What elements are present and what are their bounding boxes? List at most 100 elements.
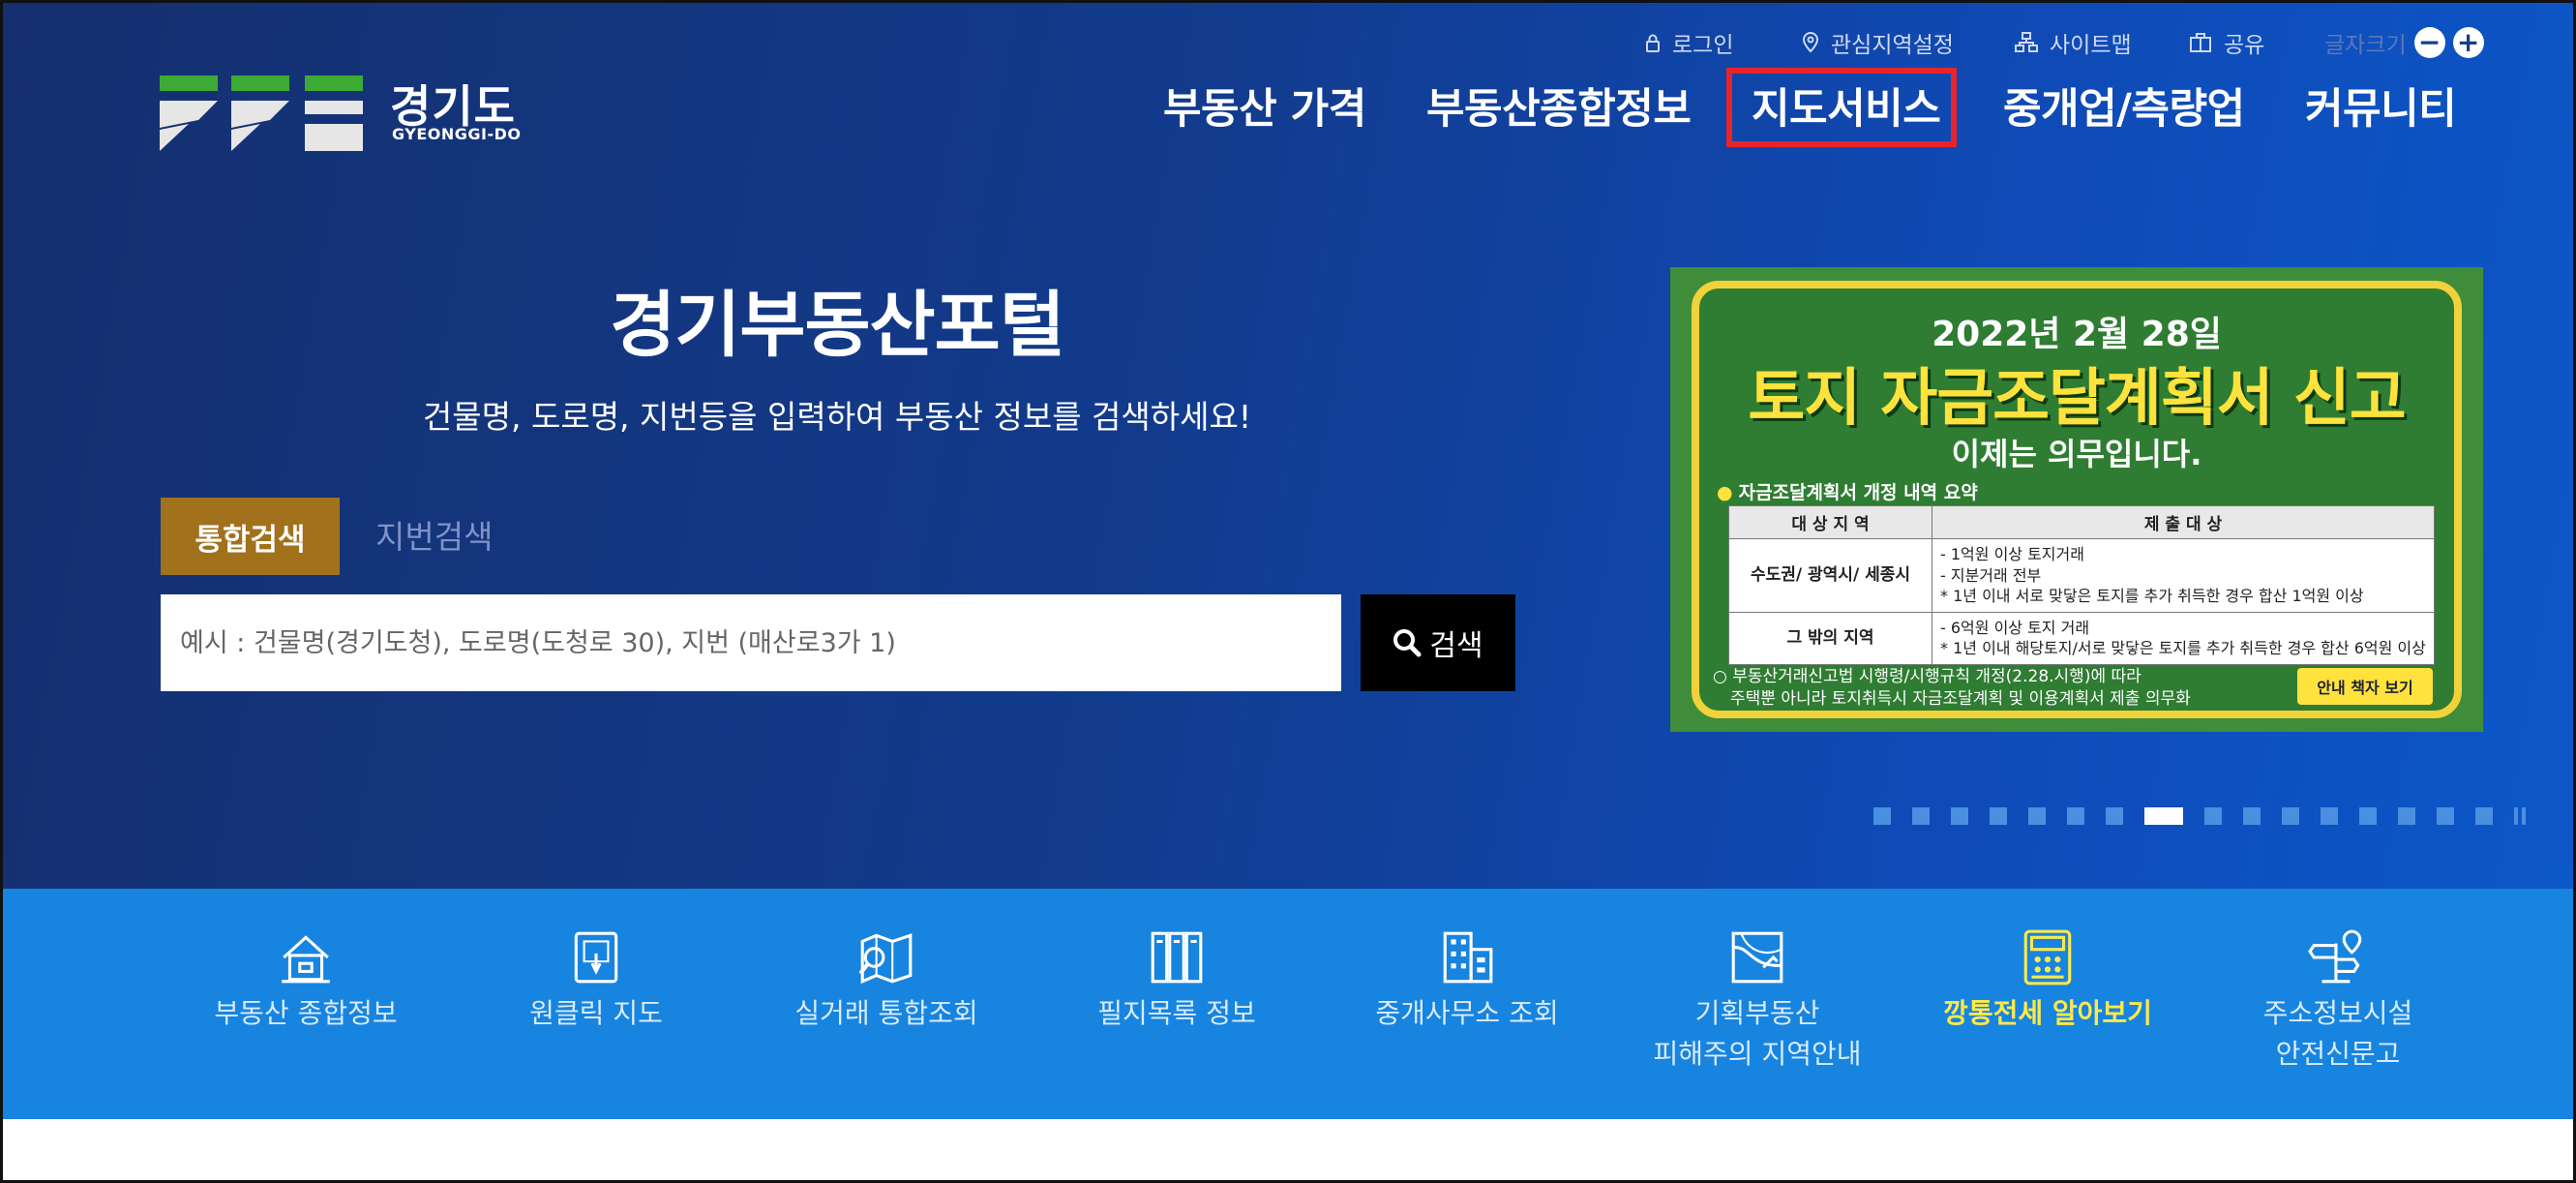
slider-dot[interactable] [2359,807,2377,825]
file-cabinet-icon [1151,931,1203,984]
slider-dot[interactable] [1912,807,1930,825]
quick-menu-item[interactable]: 깡통전세 알아보기 [1902,927,2193,1034]
sitemap-link[interactable]: 사이트맵 [2015,23,2132,62]
quick-menu-label: 피해주의 지역안내 [1653,1038,1862,1070]
slider-dot[interactable] [2398,807,2415,825]
quick-menu-item[interactable]: 주소정보시설 안전신문고 [2193,927,2483,1075]
quick-menu-item[interactable]: 중개사무소 조회 [1322,927,1612,1034]
location-pin-icon [1802,32,1819,53]
sitemap-icon [2015,32,2038,52]
font-size-label: 글자크기 [2324,33,2407,58]
slider-dot[interactable] [2204,807,2222,825]
banner-table-header: 대 상 지 역 [1728,505,1932,539]
calculator-icon [2023,929,2072,986]
quick-menu-label: 안전신문고 [2275,1038,2401,1070]
portal-subtitle: 건물명, 도로명, 지번등을 입력하여 부동산 정보를 검색하세요! [422,398,1252,436]
banner-table-line: * 1년 이내 해당토지/서로 맞닿은 토지를 추가 취득한 경우 합산 6억원… [1940,639,2426,658]
hero-section: 경기도 GYEONGGI-DO 로그인 관심지역설정 사이트맵 공유 글자크기 … [0,0,2576,889]
slider-dot[interactable] [1951,807,1968,825]
promo-banner[interactable]: 2022년 2월 28일 토지 자금조달계획서 신고 이제는 의무입니다. ● 자… [1670,267,2483,732]
quick-menu-item[interactable]: 필지목록 정보 [1032,927,1322,1034]
banner-subtitle: 이제는 의무입니다. [1951,436,2202,472]
slider-dot[interactable] [2243,807,2261,825]
banner-table-line: - 6억원 이상 토지 거래 [1940,618,2090,637]
slider-dot[interactable] [2475,807,2493,825]
gyeonggi-logo[interactable]: 경기도 GYEONGGI-DO [160,70,527,157]
quick-menu-item[interactable]: 실거래 통합조회 [741,927,1032,1034]
quick-menu-item[interactable]: 부동산 종합정보 [161,927,451,1034]
font-increase-button[interactable]: + [2452,27,2484,58]
slider-dot[interactable] [2282,807,2299,825]
login-link[interactable]: 로그인 [1645,23,1733,62]
portal-title: 경기부동산포털 [610,284,1065,367]
nav-broker-survey[interactable]: 중개업/측량업 [2003,76,2245,136]
quick-menu-label: 원클릭 지도 [529,997,663,1029]
slider-dot[interactable] [2028,807,2046,825]
search-button[interactable]: 검색 [1361,594,1515,691]
banner-table-region: 수도권/ 광역시/ 세종시 [1728,538,1932,613]
slider-dot[interactable] [2321,807,2338,825]
slider-dot[interactable] [2437,807,2454,825]
slider-dot[interactable] [2067,807,2084,825]
login-label: 로그인 [1672,33,1734,58]
slider-pause-icon[interactable] [2514,807,2526,825]
logo-name-en: GYEONGGI-DO [392,125,522,143]
banner-table-line: * 1년 이내 서로 맞닿은 토지를 추가 취득한 경우 합산 1억원 이상 [1940,587,2364,606]
quick-menu: 부동산 종합정보 원클릭 지도 실거래 통합조회 필지목록 정보 중개사무소 조회 기획부… [0,889,2576,1119]
quick-menu-item[interactable]: 원클릭 지도 [451,927,741,1034]
region-setting-label: 관심지역설정 [1831,33,1954,58]
banner-board: 2022년 2월 28일 토지 자금조달계획서 신고 이제는 의무입니다. ● 자… [1692,281,2462,718]
nav-highlight-box [1726,68,1957,147]
banner-summary-text: 자금조달계획서 개정 내역 요약 [1738,482,1978,503]
nav-community[interactable]: 커뮤니티 [2305,76,2457,136]
tab-lot-search[interactable]: 지번검색 [375,511,493,558]
quick-menu-label: 실거래 통합조회 [794,997,978,1029]
banner-table-line: - 지분거래 전부 [1940,565,2042,585]
nav-real-estate-price[interactable]: 부동산 가격 [1163,76,1366,136]
slider-pagination [1873,807,2526,825]
sitemap-label: 사이트맵 [2050,33,2132,58]
lock-icon [1646,34,1660,52]
banner-note: ○ 부동산거래신고법 시행령/시행규칙 개정(2.28.시행)에 따라 주택뿐 … [1713,666,2191,711]
banner-table-line: - 1억원 이상 토지거래 [1940,545,2084,563]
lightbulb-icon: ● [1717,482,1733,503]
house-icon [282,935,330,984]
search-icon [1393,629,1422,657]
banner-title: 토지 자금조달계획서 신고 [1748,363,2406,435]
quick-menu-label: 중개사무소 조회 [1375,997,1559,1029]
banner-note-line: 주택뿐 아니라 토지취득시 자금조달계획 및 이용계획서 제출 의무화 [1730,688,2191,709]
building-icon [1443,931,1493,984]
quick-menu-item[interactable]: 기획부동산피해주의 지역안내 [1612,927,1902,1075]
banner-table: 대 상 지 역 제 출 대 상 수도권/ 광역시/ 세종시 - 1억원 이상 토… [1728,505,2435,665]
banner-summary: ● 자금조달계획서 개정 내역 요약 [1717,478,1978,504]
search-button-label: 검색 [1429,629,1483,663]
tab-integrated-search[interactable]: 통합검색 [161,498,340,575]
banner-table-target: - 6억원 이상 토지 거래 * 1년 이내 해당토지/서로 맞닿은 토지를 추… [1932,611,2435,665]
touch-map-icon [574,931,618,984]
share-label: 공유 [2224,33,2265,58]
quick-menu-label: 깡통전세 알아보기 [1943,997,2152,1029]
slider-dot[interactable] [2106,807,2123,825]
quick-menu-label: 필지목록 정보 [1097,997,1256,1029]
search-input[interactable] [161,594,1341,691]
banner-table-header: 제 출 대 상 [1932,505,2435,539]
font-decrease-button[interactable]: − [2413,27,2445,58]
banner-note-line: ○ 부동산거래신고법 시행령/시행규칙 개정(2.28.시행)에 따라 [1713,667,2142,686]
slider-dot[interactable] [2144,807,2183,825]
road-map-icon [1731,931,1783,984]
quick-menu-label: 기획부동산 [1694,997,1820,1029]
font-size-control: 글자크기 − + [2324,23,2484,62]
slider-dot[interactable] [1873,807,1891,825]
map-search-icon [858,933,913,985]
banner-table-target: - 1억원 이상 토지거래 - 지분거래 전부 * 1년 이내 서로 맞닿은 토… [1932,538,2435,613]
nav-real-estate-info[interactable]: 부동산종합정보 [1426,76,1692,136]
banner-table-region: 그 밖의 지역 [1728,611,1932,665]
share-icon [2190,33,2211,52]
gyeonggi-logo-mark-icon [160,76,363,151]
quick-menu-label: 부동산 종합정보 [214,997,398,1029]
share-link[interactable]: 공유 [2189,23,2264,62]
signpost-icon [2308,929,2362,984]
region-setting-link[interactable]: 관심지역설정 [1802,23,1954,62]
banner-guide-button[interactable]: 안내 책자 보기 [2297,668,2433,705]
slider-dot[interactable] [1990,807,2007,825]
